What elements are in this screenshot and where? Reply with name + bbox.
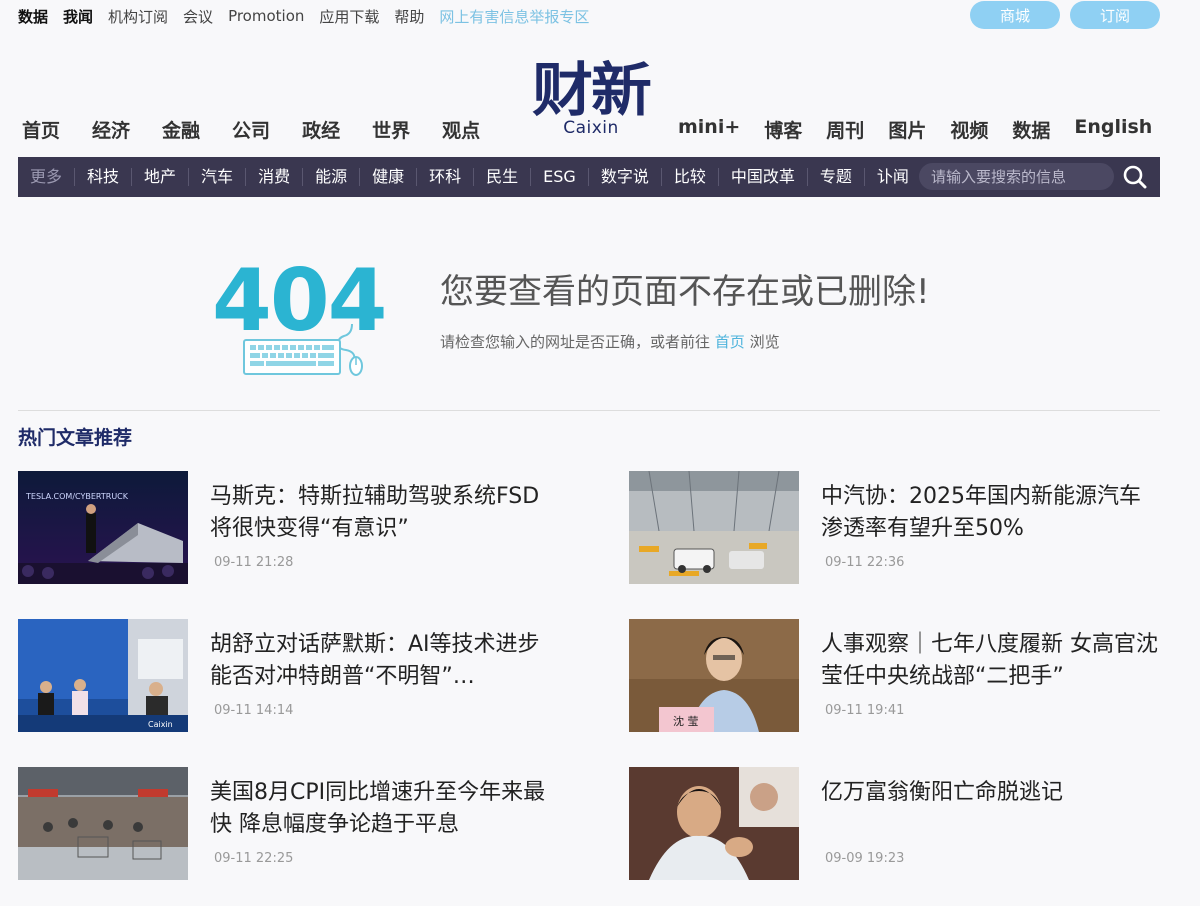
- top-link-app-download[interactable]: 应用下载: [319, 6, 379, 27]
- thumb-caption: TESLA.COM/CYBERTRUCK: [25, 492, 129, 501]
- subnav-obituary[interactable]: 讣闻: [865, 168, 921, 186]
- article-card[interactable]: TESLA.COM/CYBERTRUCK 马斯克：特斯拉辅助驾驶系统FSD将很快…: [18, 471, 558, 584]
- subnav-livelihood[interactable]: 民生: [474, 168, 532, 186]
- article-title[interactable]: 马斯克：特斯拉辅助驾驶系统FSD将很快变得“有意识”: [210, 481, 550, 545]
- nav-opinion[interactable]: 观点: [442, 116, 480, 142]
- subnav-auto[interactable]: 汽车: [189, 168, 247, 186]
- article-time: 09-09 19:23: [825, 851, 905, 866]
- article-time: 09-11 21:28: [214, 555, 294, 570]
- subnav-esg[interactable]: ESG: [531, 168, 589, 186]
- subnav-data-story[interactable]: 数字说: [589, 168, 662, 186]
- sub-nav-bar: 更多 科技 地产 汽车 消费 能源 健康 环科 民生 ESG 数字说 比较 中国…: [18, 157, 1160, 197]
- top-buttons: 商城 订阅: [970, 1, 1160, 29]
- article-thumbnail[interactable]: [629, 471, 799, 584]
- subnav-tech[interactable]: 科技: [75, 168, 133, 186]
- search-input[interactable]: [919, 163, 1114, 190]
- caixin-logo[interactable]: 财新 Caixin: [526, 60, 656, 138]
- article-title[interactable]: 中汽协：2025年国内新能源汽车渗透率有望升至50%: [821, 481, 1161, 545]
- nav-companies[interactable]: 公司: [232, 116, 270, 142]
- subnav-energy[interactable]: 能源: [303, 168, 361, 186]
- article-thumbnail[interactable]: [18, 767, 188, 880]
- search-icon[interactable]: [1122, 164, 1148, 190]
- subnav-china-reform[interactable]: 中国改革: [719, 168, 808, 186]
- error-title: 您要查看的页面不存在或已删除!: [440, 272, 930, 312]
- error-description: 请检查您输入的网址是否正确，或者前往 首页 浏览: [440, 331, 780, 352]
- subnav-property[interactable]: 地产: [132, 168, 190, 186]
- article-thumbnail[interactable]: [629, 767, 799, 880]
- thumb-nameplate: 沈 莹: [673, 714, 699, 728]
- nav-mini[interactable]: mini+: [678, 116, 740, 142]
- top-links-bar: 数据 我闻 机构订阅 会议 Promotion 应用下载 帮助 网上有害信息举报…: [18, 0, 604, 32]
- subnav-compare[interactable]: 比较: [662, 168, 719, 186]
- top-link-report[interactable]: 网上有害信息举报专区: [439, 6, 589, 27]
- article-thumbnail[interactable]: TESLA.COM/CYBERTRUCK: [18, 471, 188, 584]
- article-card[interactable]: 中汽协：2025年国内新能源汽车渗透率有望升至50% 09-11 22:36: [629, 471, 1169, 584]
- nav-video[interactable]: 视频: [950, 116, 988, 142]
- error-desc-tail: 浏览: [744, 333, 780, 351]
- nav-data[interactable]: 数据: [1012, 116, 1050, 142]
- subnav-topics[interactable]: 专题: [808, 168, 865, 186]
- top-link-data[interactable]: 数据: [18, 6, 48, 27]
- article-title[interactable]: 胡舒立对话萨默斯：AI等技术进步能否对冲特朗普“不明智”…: [210, 629, 550, 693]
- article-card[interactable]: 沈 莹 人事观察｜七年八度履新 女高官沈莹任中央统战部“二把手” 09-11 1…: [629, 619, 1169, 732]
- article-card[interactable]: Caixin 胡舒立对话萨默斯：AI等技术进步能否对冲特朗普“不明智”… 09-…: [18, 619, 558, 732]
- nav-photos[interactable]: 图片: [888, 116, 926, 142]
- nav-world[interactable]: 世界: [372, 116, 410, 142]
- article-time: 09-11 19:41: [825, 703, 905, 718]
- thumb-watermark: Caixin: [148, 720, 173, 729]
- article-thumbnail[interactable]: 沈 莹: [629, 619, 799, 732]
- article-thumbnail[interactable]: Caixin: [18, 619, 188, 732]
- subnav-consumer[interactable]: 消费: [246, 168, 304, 186]
- top-link-promotion[interactable]: Promotion: [228, 7, 304, 25]
- article-title[interactable]: 美国8月CPI同比增速升至今年来最快 降息幅度争论趋于平息: [210, 777, 550, 841]
- hot-articles-heading: 热门文章推荐: [18, 427, 133, 449]
- subnav-more[interactable]: 更多: [18, 168, 76, 186]
- subnav-environment[interactable]: 环科: [417, 168, 475, 186]
- nav-home[interactable]: 首页: [22, 116, 60, 142]
- subscribe-button[interactable]: 订阅: [1070, 1, 1160, 29]
- main-nav-right: mini+ 博客 周刊 图片 视频 数据 English: [678, 116, 1176, 142]
- section-divider: [18, 410, 1160, 411]
- article-time: 09-11 22:36: [825, 555, 905, 570]
- article-title[interactable]: 人事观察｜七年八度履新 女高官沈莹任中央统战部“二把手”: [821, 629, 1161, 693]
- subnav-health[interactable]: 健康: [360, 168, 418, 186]
- article-card[interactable]: 亿万富翁衡阳亡命脱逃记 09-09 19:23: [629, 767, 1169, 880]
- shop-button[interactable]: 商城: [970, 1, 1060, 29]
- nav-weekly[interactable]: 周刊: [826, 116, 864, 142]
- nav-politics[interactable]: 政经: [302, 116, 340, 142]
- top-link-institution[interactable]: 机构订阅: [108, 6, 168, 27]
- error-home-link[interactable]: 首页: [715, 333, 745, 351]
- logo-chinese: 财新: [532, 56, 652, 124]
- error-code: 404: [212, 252, 385, 351]
- error-desc-text: 请检查您输入的网址是否正确，或者前往: [440, 333, 715, 351]
- article-title[interactable]: 亿万富翁衡阳亡命脱逃记: [821, 777, 1161, 809]
- main-nav-left: 首页 经济 金融 公司 政经 世界 观点: [22, 116, 512, 142]
- article-time: 09-11 14:14: [214, 703, 294, 718]
- nav-finance[interactable]: 金融: [162, 116, 200, 142]
- article-time: 09-11 22:25: [214, 851, 294, 866]
- nav-blog[interactable]: 博客: [764, 116, 802, 142]
- article-card[interactable]: 美国8月CPI同比增速升至今年来最快 降息幅度争论趋于平息 09-11 22:2…: [18, 767, 558, 880]
- top-link-help[interactable]: 帮助: [394, 6, 424, 27]
- top-link-wowen[interactable]: 我闻: [63, 6, 93, 27]
- error-404-illustration: 404: [212, 252, 385, 376]
- nav-economy[interactable]: 经济: [92, 116, 130, 142]
- top-link-conference[interactable]: 会议: [183, 6, 213, 27]
- nav-english[interactable]: English: [1074, 116, 1152, 142]
